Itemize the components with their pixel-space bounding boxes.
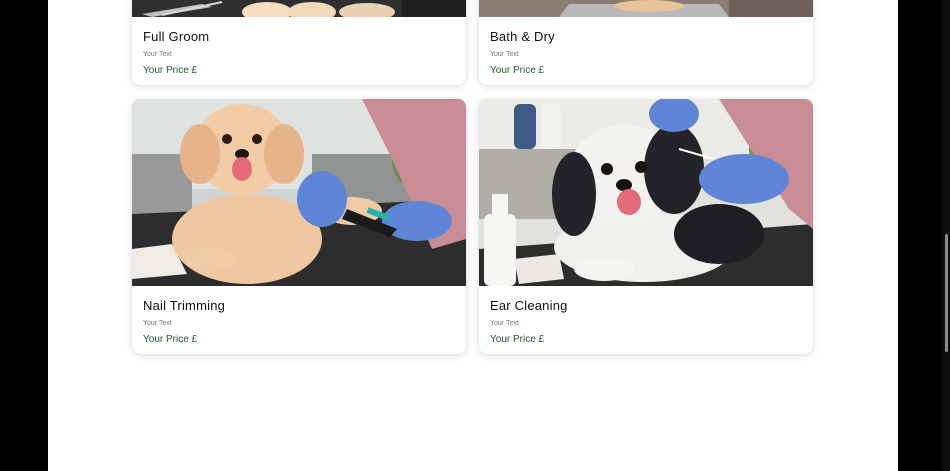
service-description: Your Text [143,320,172,327]
service-image-nail-trimming [132,99,466,286]
service-title: Full Groom [143,29,210,44]
scrollbar-thumb[interactable] [945,234,948,352]
page-content: Full Groom Your Text Your Price £ Bath &… [48,0,898,471]
service-description: Your Text [490,51,519,58]
service-title: Ear Cleaning [490,298,568,313]
vertical-scrollbar[interactable] [941,0,950,471]
service-image-bath-and-dry [479,0,813,17]
service-image-full-groom [132,0,466,17]
service-description: Your Text [490,320,519,327]
service-title: Nail Trimming [143,298,226,313]
service-price: Your Price £ [490,334,545,345]
service-card-nail-trimming[interactable]: Nail Trimming Your Text Your Price £ [132,99,466,354]
service-title: Bath & Dry [490,29,555,44]
service-card-ear-cleaning[interactable]: Ear Cleaning Your Text Your Price £ [479,99,813,354]
service-price: Your Price £ [143,334,198,345]
service-price: Your Price £ [143,65,198,76]
service-description: Your Text [143,51,172,58]
service-card-full-groom[interactable]: Full Groom Your Text Your Price £ [132,0,466,85]
service-price: Your Price £ [490,65,545,76]
service-card-bath-and-dry[interactable]: Bath & Dry Your Text Your Price £ [479,0,813,85]
service-image-ear-cleaning [479,99,813,286]
